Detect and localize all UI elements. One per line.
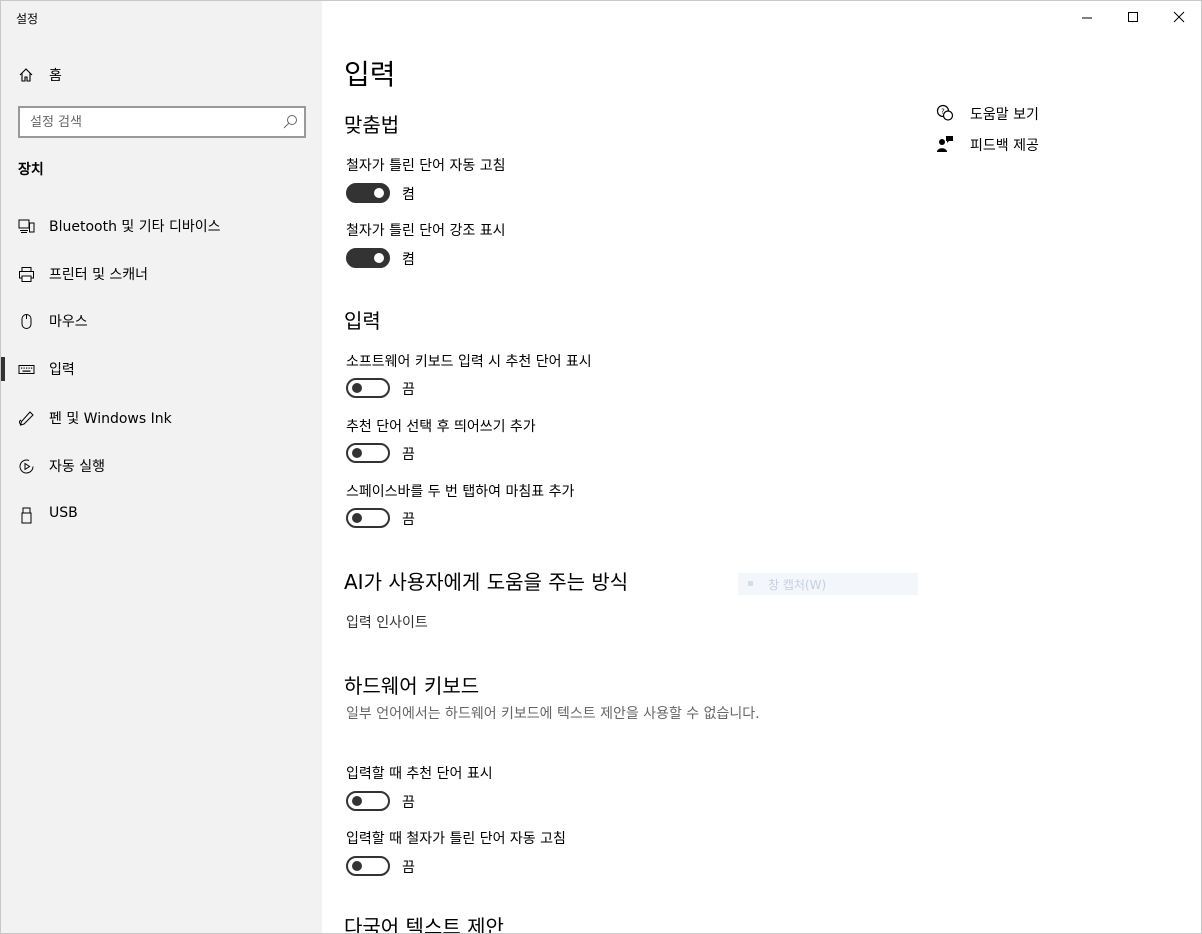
- heading-hardware-keyboard: 하드웨어 키보드: [344, 674, 480, 698]
- hw-suggest-state: 끔: [402, 795, 415, 811]
- svg-text:?: ?: [941, 108, 945, 116]
- ghost-tooltip: 창 캡처(W): [738, 573, 918, 595]
- section-title-devices: 장치: [18, 162, 44, 178]
- space-label: 추천 단어 선택 후 띄어쓰기 추가: [346, 419, 536, 435]
- toggle-knob: [352, 513, 362, 523]
- autocorrect-state: 켬: [402, 187, 415, 203]
- keyboard-icon: [18, 365, 35, 374]
- home-icon: [19, 68, 33, 82]
- suggest-toggle[interactable]: [346, 378, 390, 398]
- sidebar-item-label: Bluetooth 및 기타 디바이스: [49, 219, 221, 235]
- hw-suggest-toggle[interactable]: [346, 791, 390, 811]
- period-state: 끔: [402, 512, 415, 528]
- maximize-icon: [1128, 12, 1138, 22]
- get-help-label: 도움말 보기: [970, 107, 1039, 123]
- space-state: 끔: [402, 447, 415, 463]
- sidebar-item-printers[interactable]: 프린터 및 스캐너: [1, 254, 322, 294]
- help-chat-icon: ?: [936, 104, 954, 121]
- feedback-label: 피드백 제공: [970, 138, 1039, 154]
- ghost-text: 창 캡처(W): [768, 578, 827, 592]
- feedback-link[interactable]: 피드백 제공: [936, 132, 1136, 158]
- toggle-knob: [352, 383, 362, 393]
- app-title: 설정: [16, 12, 39, 26]
- sidebar-item-label: USB: [49, 505, 78, 521]
- mouse-icon: [21, 314, 32, 329]
- sidebar-item-bluetooth[interactable]: Bluetooth 및 기타 디바이스: [1, 206, 322, 246]
- hw-autocorrect-state: 끔: [402, 860, 415, 876]
- sidebar-item-pen[interactable]: 펜 및 Windows Ink: [1, 398, 322, 438]
- sidebar-item-autoplay[interactable]: 자동 실행: [1, 446, 322, 486]
- typing-insights-link[interactable]: 입력 인사이트: [346, 612, 428, 632]
- suggest-toggle-row: 끔: [346, 378, 546, 398]
- bluetooth-devices-icon: [18, 219, 35, 233]
- pen-icon: [19, 411, 34, 426]
- heading-multilingual: 다국어 텍스트 제안: [344, 915, 504, 934]
- autocorrect-toggle-row: 켬: [346, 183, 546, 203]
- usb-icon: [21, 507, 32, 524]
- highlight-label: 철자가 틀린 단어 강조 표시: [346, 223, 506, 239]
- ghost-dot: [748, 581, 753, 586]
- hw-autocorrect-toggle[interactable]: [346, 856, 390, 876]
- suggest-state: 끔: [402, 382, 415, 398]
- hw-autocorrect-toggle-row: 끔: [346, 856, 546, 876]
- main-content: 입력 맞춤법 철자가 틀린 단어 자동 고침 켬 철자가 틀린 단어 강조 표시…: [322, 1, 1201, 934]
- home-link[interactable]: 홈: [1, 59, 322, 91]
- close-icon: [1173, 11, 1185, 23]
- period-toggle-row: 끔: [346, 508, 546, 528]
- get-help-link[interactable]: ? 도움말 보기: [936, 101, 1136, 127]
- search-icon[interactable]: [282, 114, 298, 130]
- highlight-state: 켬: [402, 252, 415, 268]
- highlight-toggle-row: 켬: [346, 248, 546, 268]
- minimize-icon: [1082, 17, 1092, 19]
- sidebar-item-label: 입력: [49, 362, 75, 378]
- hw-suggest-toggle-row: 끔: [346, 791, 546, 811]
- autocorrect-toggle[interactable]: [346, 183, 390, 203]
- autocorrect-label: 철자가 틀린 단어 자동 고침: [346, 158, 506, 174]
- search-input[interactable]: [20, 108, 270, 136]
- hw-suggest-label: 입력할 때 추천 단어 표시: [346, 766, 493, 782]
- suggest-label: 소프트웨어 키보드 입력 시 추천 단어 표시: [346, 354, 592, 370]
- hw-autocorrect-label: 입력할 때 철자가 틀린 단어 자동 고침: [346, 831, 566, 847]
- heading-spelling: 맞춤법: [344, 113, 400, 137]
- toggle-knob: [352, 448, 362, 458]
- period-toggle[interactable]: [346, 508, 390, 528]
- toggle-knob: [374, 188, 384, 198]
- sidebar-item-usb[interactable]: USB: [1, 495, 322, 535]
- sidebar-item-typing[interactable]: 입력: [1, 349, 322, 389]
- autoplay-icon: [19, 459, 34, 474]
- toggle-knob: [352, 861, 362, 871]
- settings-search-box[interactable]: [18, 106, 306, 138]
- sidebar-item-label: 마우스: [49, 314, 88, 330]
- sidebar-item-label: 펜 및 Windows Ink: [49, 411, 172, 427]
- period-label: 스페이스바를 두 번 탭하여 마침표 추가: [346, 484, 575, 500]
- close-button[interactable]: [1156, 1, 1201, 33]
- active-indicator: [1, 357, 5, 381]
- home-label: 홈: [49, 68, 62, 84]
- toggle-knob: [352, 796, 362, 806]
- hardware-description: 일부 언어에서는 하드웨어 키보드에 텍스트 제안을 사용할 수 없습니다.: [346, 706, 760, 722]
- space-toggle[interactable]: [346, 443, 390, 463]
- highlight-toggle[interactable]: [346, 248, 390, 268]
- page-title: 입력: [344, 58, 396, 91]
- maximize-button[interactable]: [1110, 1, 1156, 33]
- feedback-person-icon: [937, 136, 953, 152]
- sidebar: 설정 홈 장치 Bluetooth 및 기타 디바이스: [1, 1, 322, 933]
- sidebar-item-mouse[interactable]: 마우스: [1, 301, 322, 341]
- sidebar-item-label: 프린터 및 스캐너: [49, 267, 149, 283]
- heading-ai: AI가 사용자에게 도움을 주는 방식: [344, 570, 629, 594]
- sidebar-item-label: 자동 실행: [49, 459, 105, 475]
- heading-typing: 입력: [344, 309, 381, 333]
- minimize-button[interactable]: [1064, 1, 1110, 33]
- printer-icon: [19, 267, 34, 282]
- toggle-knob: [374, 253, 384, 263]
- settings-window: 설정 홈 장치 Bluetooth 및 기타 디바이스: [0, 0, 1202, 934]
- space-toggle-row: 끔: [346, 443, 546, 463]
